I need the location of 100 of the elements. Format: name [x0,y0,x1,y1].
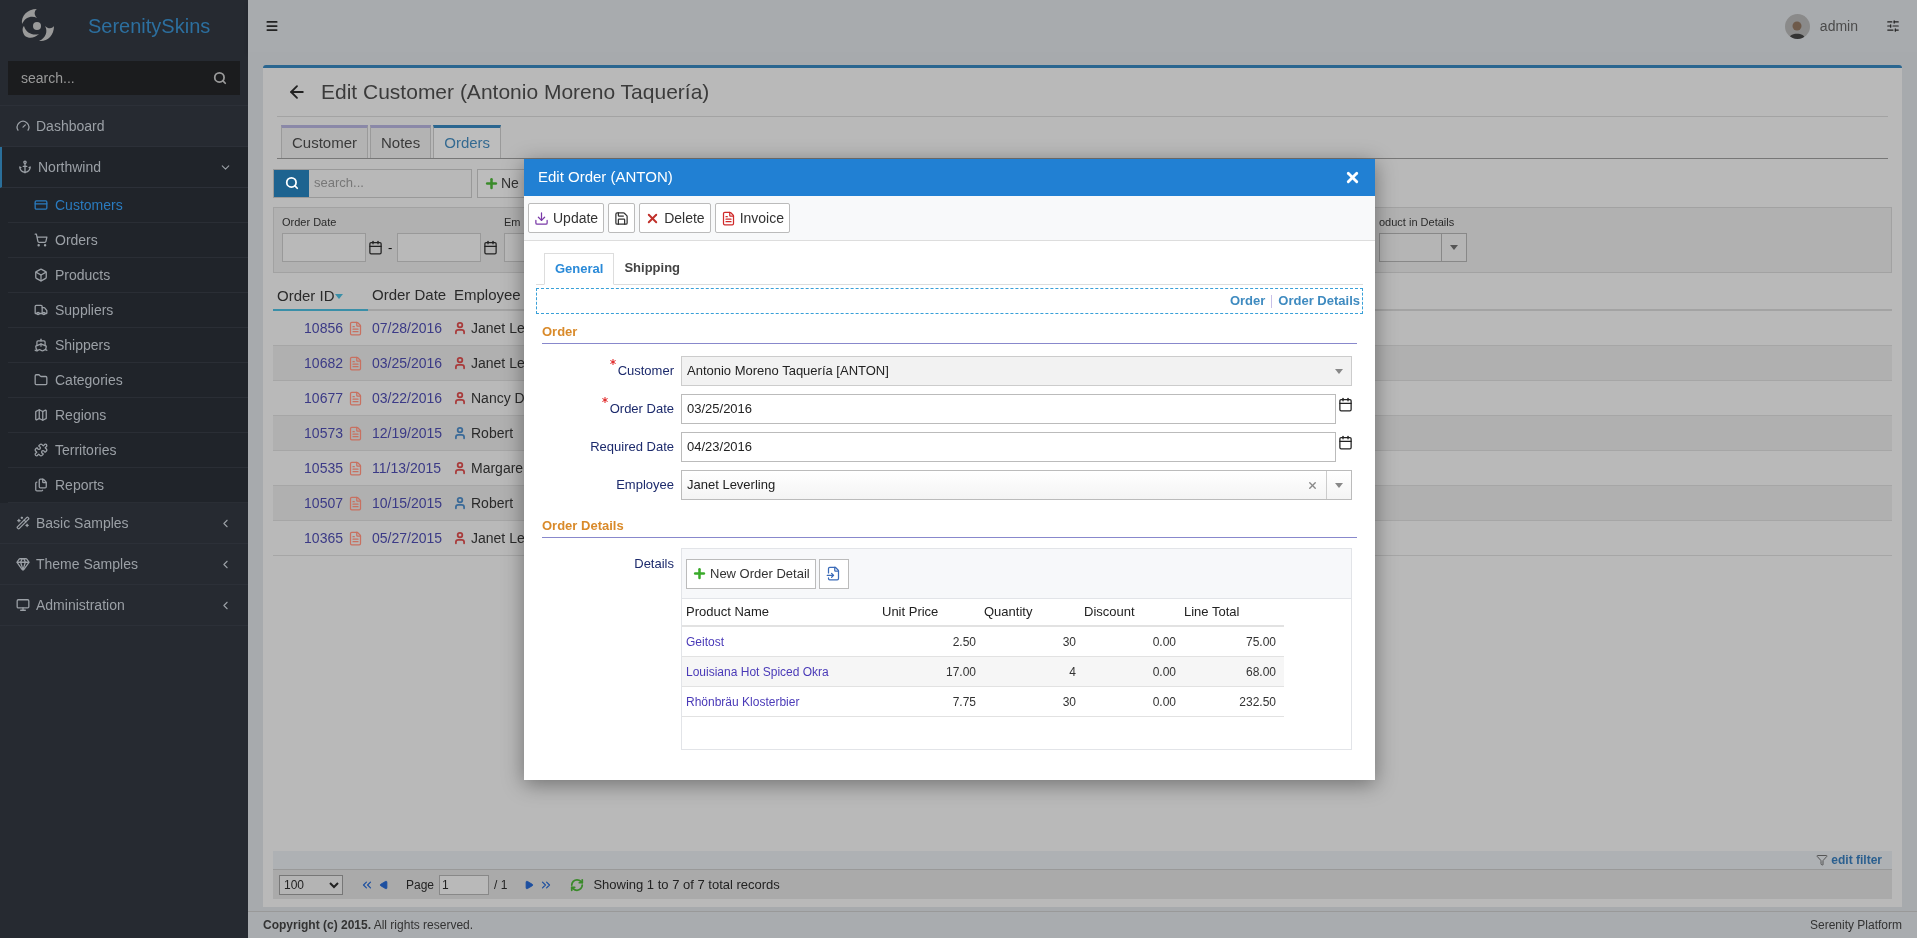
order-id-link[interactable]: 10682 [273,352,343,374]
toolbar-button[interactable]: Invoice [714,203,790,233]
female-user-icon [453,321,467,335]
order-id-link[interactable]: 10573 [273,422,343,444]
order-date-link[interactable]: 03/25/2016 [368,352,453,374]
truck-icon [34,303,48,317]
search-box[interactable]: search... [273,168,472,198]
sort-icon [334,293,343,299]
column-header[interactable]: Order ID [273,283,368,311]
gem-icon [16,557,30,571]
next-page-icon[interactable] [524,879,535,890]
employee-select[interactable]: Janet Leverling [681,470,1352,500]
back-icon[interactable] [287,82,307,102]
order-id-link[interactable]: 10677 [273,387,343,409]
toolbar-button[interactable]: Delete [639,203,711,233]
order-date-link[interactable]: 03/22/2016 [368,387,453,409]
grid-cell-text: 75.00 [1244,633,1277,651]
order-id-link[interactable]: 10365 [273,527,343,549]
field-label: Customer [617,362,674,381]
column-header[interactable]: Quantity [984,602,1084,622]
order-date-link[interactable]: 11/13/2015 [368,457,453,479]
employee-cell-text: Margare [470,458,524,478]
edit-filter-link[interactable]: edit filter [1831,851,1882,869]
columns-icon [826,566,842,581]
search-field[interactable]: search... [309,169,471,197]
field-label: Employee [616,476,674,495]
search-box[interactable]: search... [8,61,240,95]
previous-page-icon[interactable] [379,879,389,890]
grid-cell-text: 7.75 [951,693,977,711]
column-header[interactable]: Order Date [368,281,453,309]
calendar-icon[interactable] [1338,434,1353,450]
male-user-icon [453,426,467,440]
tab[interactable]: Shipping [614,252,691,284]
sidebar-subitem[interactable]: Shippers [8,328,248,363]
avatar[interactable] [1784,13,1810,39]
grid-cell-text: 0.00 [1151,693,1177,711]
column-picker-button[interactable] [818,558,849,589]
date-field[interactable]: 03/25/2016 [681,394,1336,424]
product-link[interactable]: Geitost [682,632,882,651]
section-link[interactable]: Order Details [1278,291,1360,311]
product-link[interactable]: Louisiana Hot Spiced Okra [682,662,882,681]
clear-icon[interactable] [1307,479,1318,491]
plus-icon [484,175,499,191]
new-order-detail-button[interactable]: New Order Detail [686,558,816,589]
column-header[interactable]: Product Name [682,602,882,622]
female-user-icon [453,531,467,545]
column-header[interactable]: Discount [1084,602,1184,622]
close-icon[interactable] [1344,169,1361,186]
order-date-link[interactable]: 05/27/2015 [368,527,453,549]
calendar-icon[interactable] [368,240,383,255]
dropdown-arrow [1334,368,1343,374]
column-header[interactable]: Line Total [1184,602,1284,622]
grid-cell-text: 0.00 [1151,633,1177,651]
filter-select[interactable] [1379,233,1467,262]
section-link[interactable]: Order [1229,291,1266,311]
female-user-icon [453,391,467,405]
pdf-icon[interactable] [720,210,736,226]
order-id-link[interactable]: 10535 [273,457,343,479]
order-date-link[interactable]: 10/15/2015 [368,492,453,514]
date-field[interactable] [282,233,366,262]
dropdown-arrow [1450,245,1458,250]
field-label: Required Date [590,438,674,457]
order-id-link[interactable]: 10856 [273,317,343,339]
search-icon [284,176,299,190]
tab[interactable]: Customer [281,125,369,158]
dialog-title: Edit Order (ANTON) [538,167,674,188]
order-id-link[interactable]: 10507 [273,492,343,514]
date-field[interactable] [397,233,482,262]
menu-icon[interactable] [265,19,279,33]
settings-icon[interactable] [1886,19,1900,33]
brand-name: SerenitySkins [88,14,211,39]
link-separator [1271,294,1273,308]
user-name[interactable]: admin [1819,15,1858,37]
page-title: Edit Customer (Antonio Moreno Taquería) [321,79,710,106]
tab[interactable]: Orders [433,125,502,158]
order-date-link[interactable]: 07/28/2016 [368,317,453,339]
employee-cell-text: Janet Le [470,528,525,548]
order-date-link[interactable]: 12/19/2015 [368,422,453,444]
tab[interactable]: General [544,253,615,285]
save-button[interactable] [608,203,636,233]
page-size-select[interactable]: 100 [279,874,343,895]
page-field[interactable]: 1 [439,874,490,895]
customer-select[interactable]: Antonio Moreno Taquería [ANTON] [681,356,1352,386]
toolbar-button[interactable]: Update [528,203,605,233]
calendar-icon[interactable] [483,240,499,255]
grid-cell-text: 2.50 [951,633,977,651]
field-label: Order Date [609,400,674,419]
date-field[interactable]: 04/23/2016 [681,432,1336,462]
filter-label: oduct in Details [1379,215,1455,230]
grid-cell-text: 17.00 [944,663,977,681]
refresh-icon[interactable] [570,877,585,892]
section-header: Order Details [542,516,1357,538]
search-field[interactable]: search... [21,67,213,89]
wand-icon [16,516,30,530]
calendar-icon[interactable] [1338,396,1353,412]
new-button[interactable]: Ne [477,168,526,198]
employee-cell-text: Robert [470,423,514,443]
column-header[interactable]: Unit Price [882,602,984,622]
tab[interactable]: Notes [370,125,432,158]
product-link[interactable]: Rhönbräu Klosterbier [682,692,882,711]
